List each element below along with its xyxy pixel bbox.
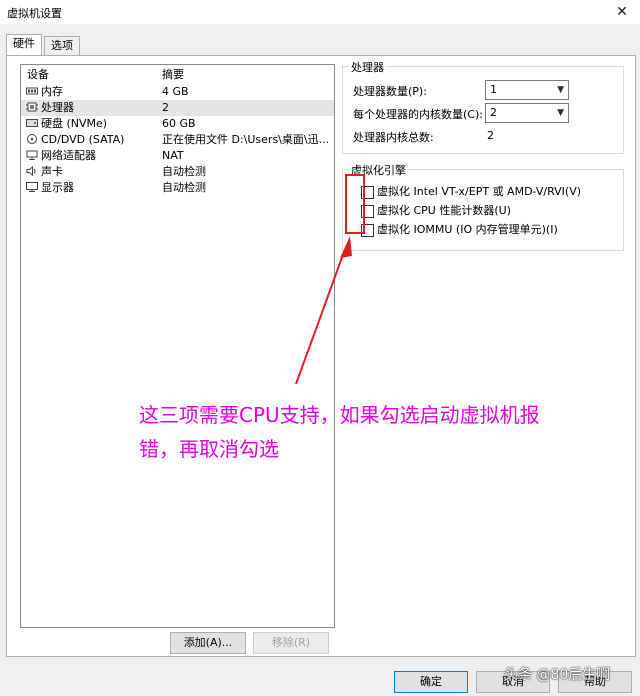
device-row-hard-disk[interactable]: 硬盘 (NVMe) 60 GB [21, 116, 334, 132]
display-icon [26, 182, 38, 192]
hardware-panel: 设备 摘要 内存 4 GB 处理器 2 硬盘 (NVMe) 60 GB CD/D [6, 55, 636, 657]
cd-dvd-icon [27, 134, 37, 144]
device-row-memory[interactable]: 内存 4 GB [21, 84, 334, 100]
device-name: 硬盘 (NVMe) [41, 117, 108, 130]
device-row-cd-dvd[interactable]: CD/DVD (SATA) 正在使用文件 D:\Users\桌面\迅... [21, 132, 334, 148]
device-row-sound-card[interactable]: 声卡 自动检测 [21, 164, 334, 180]
chevron-down-icon: ▼ [557, 85, 564, 95]
device-list-header: 设备 摘要 [21, 67, 334, 83]
processor-group-label: 处理器 [349, 59, 386, 75]
device-summary: 自动检测 [162, 165, 206, 178]
remove-device-button[interactable]: 移除(R) [253, 632, 329, 654]
total-cores-label: 处理器内核总数: [353, 131, 434, 144]
device-row-processor[interactable]: 处理器 2 [21, 100, 334, 116]
network-adapter-icon [26, 150, 38, 160]
highlight-box [345, 174, 365, 234]
total-cores-value: 2 [487, 129, 494, 142]
processor-count-select[interactable]: 1 ▼ [485, 80, 569, 100]
tab-hardware[interactable]: 硬件 [6, 34, 42, 55]
tab-options[interactable]: 选项 [44, 36, 80, 55]
title-bar: 虚拟机设置 ✕ [0, 0, 640, 24]
processor-icon [26, 102, 38, 112]
device-name: 网络适配器 [41, 149, 96, 162]
annotation-line-1: 这三项需要CPU支持，如果勾选启动虚拟机报 [139, 403, 540, 427]
device-list[interactable]: 设备 摘要 内存 4 GB 处理器 2 硬盘 (NVMe) 60 GB CD/D [20, 64, 335, 628]
device-summary: NAT [162, 149, 184, 162]
cores-per-processor-value: 2 [490, 106, 497, 119]
device-name: 内存 [41, 85, 63, 98]
watermark: 头条 @80后生啊 [504, 667, 611, 683]
close-icon[interactable]: ✕ [604, 0, 640, 24]
memory-icon [26, 87, 38, 95]
chevron-down-icon: ▼ [557, 108, 564, 118]
hard-disk-icon [26, 119, 38, 127]
processor-count-value: 1 [490, 83, 497, 96]
device-name: 显示器 [41, 181, 74, 194]
processor-count-label: 处理器数量(P): [353, 85, 427, 98]
device-summary: 自动检测 [162, 181, 206, 194]
column-header-device: 设备 [27, 68, 49, 81]
window-title: 虚拟机设置 [7, 7, 62, 20]
sound-card-icon [26, 166, 36, 176]
device-name: 处理器 [41, 101, 74, 114]
annotation-text: 这三项需要CPU支持，如果勾选启动虚拟机报 错，再取消勾选 [139, 398, 639, 466]
device-summary: 2 [162, 101, 169, 114]
cores-per-processor-label: 每个处理器的内核数量(C): [353, 108, 483, 121]
processor-group: 处理器 处理器数量(P): 1 ▼ 每个处理器的内核数量(C): 2 ▼ 处理器… [342, 59, 624, 154]
device-row-display[interactable]: 显示器 自动检测 [21, 180, 334, 196]
column-header-summary: 摘要 [162, 68, 184, 81]
device-name: 声卡 [41, 165, 63, 178]
device-summary: 正在使用文件 D:\Users\桌面\迅... [162, 133, 330, 146]
device-row-network-adapter[interactable]: 网络适配器 NAT [21, 148, 334, 164]
virtualize-cpu-counters-label: 虚拟化 CPU 性能计数器(U) [377, 204, 511, 217]
device-summary: 60 GB [162, 117, 196, 130]
virtualization-engine-group: 虚拟化引擎 虚拟化 Intel VT-x/EPT 或 AMD-V/RVI(V) … [342, 162, 624, 251]
add-device-button[interactable]: 添加(A)... [170, 632, 246, 654]
ok-button[interactable]: 确定 [394, 671, 468, 693]
dialog-client: 硬件 选项 设备 摘要 内存 4 GB 处理器 2 硬盘 (NVMe) 60 G [0, 24, 640, 696]
virtualize-iommu-label: 虚拟化 IOMMU (IO 内存管理单元)(I) [377, 223, 558, 236]
annotation-line-2: 错，再取消勾选 [139, 437, 279, 461]
device-summary: 4 GB [162, 85, 189, 98]
virtualize-vtx-label: 虚拟化 Intel VT-x/EPT 或 AMD-V/RVI(V) [377, 185, 582, 198]
cores-per-processor-select[interactable]: 2 ▼ [485, 103, 569, 123]
device-name: CD/DVD (SATA) [41, 133, 125, 146]
